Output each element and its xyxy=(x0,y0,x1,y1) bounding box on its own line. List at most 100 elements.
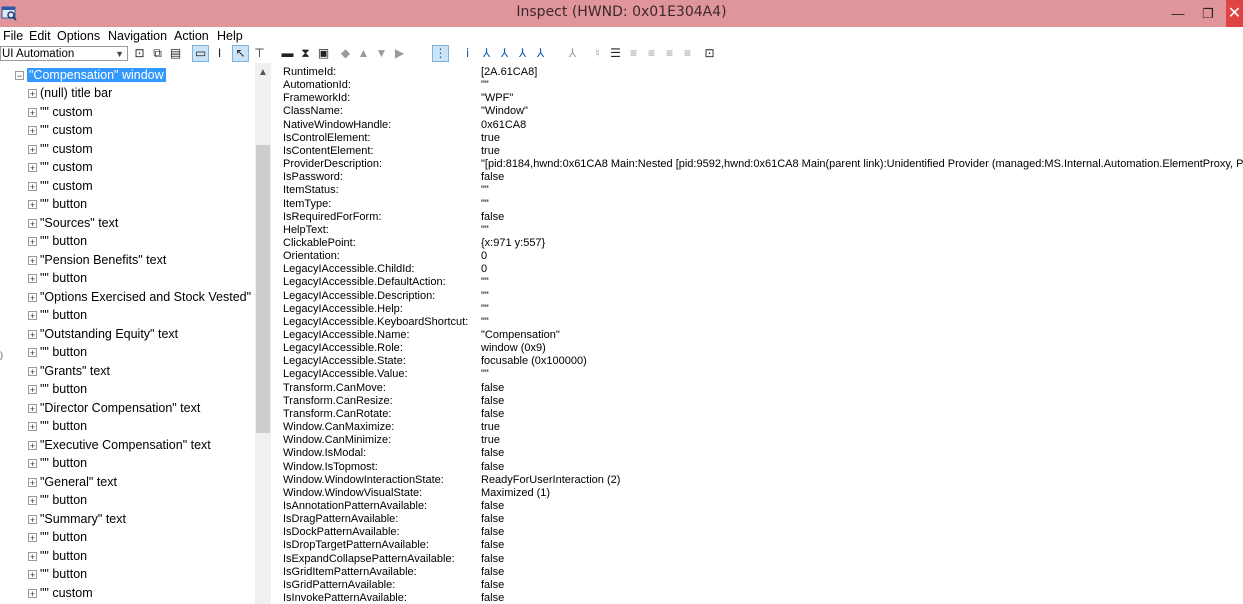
scroll-up-icon[interactable]: ▲ xyxy=(258,67,268,78)
tree-item[interactable]: + "" custom xyxy=(28,585,93,602)
ear-icon[interactable]: ♮ xyxy=(590,46,605,61)
tree-item[interactable]: + "" custom xyxy=(28,141,93,158)
expand-icon[interactable]: + xyxy=(28,200,37,210)
pointer-icon[interactable]: ↖ xyxy=(232,45,249,62)
copy-icon[interactable]: ⧉ xyxy=(150,46,165,61)
tree-item[interactable]: + "Pension Benefits" text xyxy=(28,252,166,269)
expand-icon[interactable]: + xyxy=(28,329,37,339)
expand-icon[interactable]: + xyxy=(28,459,37,469)
tree-item[interactable]: + "" button xyxy=(28,196,87,213)
tree-item[interactable]: + (null) title bar xyxy=(28,85,112,102)
caret-icon[interactable]: ▣ xyxy=(316,46,331,61)
menu-action[interactable]: Action xyxy=(174,27,209,45)
expand-icon[interactable]: + xyxy=(28,218,37,228)
list-a-icon[interactable]: ☰ xyxy=(608,46,623,61)
expand-icon[interactable]: + xyxy=(28,533,37,543)
expand-icon[interactable]: + xyxy=(28,403,37,413)
expand-icon[interactable]: + xyxy=(28,181,37,191)
scrollbar-thumb[interactable] xyxy=(256,145,270,433)
list-e-icon[interactable]: ≡ xyxy=(680,46,695,61)
focus-icon[interactable]: ⊤ xyxy=(252,46,267,61)
expand-icon[interactable]: + xyxy=(28,237,37,247)
nav-down-icon[interactable]: ▼ xyxy=(374,46,389,61)
nav-left-icon[interactable]: ◆ xyxy=(338,46,353,61)
tree-item[interactable]: + "" button xyxy=(28,455,87,472)
list-b-icon[interactable]: ≡ xyxy=(626,46,641,61)
text-cursor-icon[interactable]: I xyxy=(212,46,227,61)
tree-item[interactable]: + "General" text xyxy=(28,474,117,491)
expand-icon[interactable]: + xyxy=(28,144,37,154)
tree-e-icon[interactable]: ⅄ xyxy=(565,46,580,61)
maximize-button[interactable]: ❐ xyxy=(1192,0,1224,27)
element-tree[interactable]: − "Compensation" window + (null) title bar… xyxy=(0,63,271,604)
expand-icon[interactable]: + xyxy=(28,348,37,358)
tree-view-icon[interactable]: ⋮ xyxy=(432,45,449,62)
tree-a-icon[interactable]: ⅄ xyxy=(479,46,494,61)
expand-icon[interactable]: + xyxy=(28,311,37,321)
expand-icon[interactable]: + xyxy=(28,255,37,265)
expand-icon[interactable]: + xyxy=(28,514,37,524)
expand-icon[interactable]: + xyxy=(28,570,37,580)
highlight-rect-icon[interactable]: ▭ xyxy=(192,45,209,62)
rect-icon[interactable]: ▬ xyxy=(280,46,295,61)
list-d-icon[interactable]: ≡ xyxy=(662,46,677,61)
tree-item[interactable]: + "" button xyxy=(28,418,87,435)
properties-icon[interactable]: ▤ xyxy=(168,46,183,61)
expand-icon[interactable]: + xyxy=(28,126,37,136)
tree-item[interactable]: + "Grants" text xyxy=(28,363,110,380)
menu-help[interactable]: Help xyxy=(217,27,243,45)
expand-icon[interactable]: + xyxy=(28,163,37,173)
expand-icon[interactable]: + xyxy=(28,551,37,561)
tree-c-icon[interactable]: ⅄ xyxy=(515,46,530,61)
close-button[interactable]: ✕ xyxy=(1226,0,1243,27)
menu-edit[interactable]: Edit xyxy=(29,27,51,45)
properties-panel[interactable]: RuntimeId: [2A.61CA8] AutomationId: "" Frame… xyxy=(281,63,1243,604)
info-icon[interactable]: ⅰ xyxy=(460,46,475,61)
tree-b-icon[interactable]: ⅄ xyxy=(497,46,512,61)
nav-up-icon[interactable]: ▲ xyxy=(356,46,371,61)
expand-icon[interactable]: + xyxy=(28,385,37,395)
nav-right-icon[interactable]: ▶ xyxy=(392,46,407,61)
tree-item[interactable]: + "" button xyxy=(28,381,87,398)
tree-item[interactable]: + "Summary" text xyxy=(28,511,126,528)
tree-item[interactable]: + "Outstanding Equity" text xyxy=(28,326,178,343)
refresh-icon[interactable]: ⊡ xyxy=(132,46,147,61)
tree-item[interactable]: + "Sources" text xyxy=(28,215,118,232)
tree-item[interactable]: + "" custom xyxy=(28,159,93,176)
mode-select[interactable]: UI Automation ▼ xyxy=(0,46,128,61)
tree-item[interactable]: + "" button xyxy=(28,344,87,361)
tree-item[interactable]: + "" button xyxy=(28,307,87,324)
tree-item[interactable]: + "Director Compensation" text xyxy=(28,400,200,417)
expand-icon[interactable]: + xyxy=(28,477,37,487)
tree-item[interactable]: + "" custom xyxy=(28,104,93,121)
expand-icon[interactable]: + xyxy=(28,496,37,506)
hourglass-icon[interactable]: ⧗ xyxy=(298,46,313,61)
tree-item[interactable]: + "" custom xyxy=(28,178,93,195)
tree-item[interactable]: + "" button xyxy=(28,492,87,509)
menu-options[interactable]: Options xyxy=(57,27,100,45)
expand-icon[interactable]: + xyxy=(28,89,37,99)
tree-item[interactable]: + "" button xyxy=(28,529,87,546)
tree-item[interactable]: + "Executive Compensation" text xyxy=(28,437,211,454)
pane-splitter[interactable] xyxy=(271,63,280,604)
expand-icon[interactable]: + xyxy=(28,366,37,376)
collapse-icon[interactable]: − xyxy=(15,71,24,81)
tree-item[interactable]: + "" button xyxy=(28,270,87,287)
tree-item[interactable]: + "Options Exercised and Stock Vested" te… xyxy=(28,289,271,306)
expand-icon[interactable]: + xyxy=(28,588,37,598)
window-icon[interactable]: ⊡ xyxy=(702,46,717,61)
expand-icon[interactable]: + xyxy=(28,274,37,284)
tree-scrollbar[interactable]: ▲ xyxy=(255,63,271,604)
expand-icon[interactable]: + xyxy=(28,107,37,117)
tree-item[interactable]: + "" button xyxy=(28,548,87,565)
menu-file[interactable]: File xyxy=(3,27,23,45)
expand-icon[interactable]: + xyxy=(28,422,37,432)
minimize-button[interactable]: — xyxy=(1162,0,1194,27)
tree-d-icon[interactable]: ⅄ xyxy=(533,46,548,61)
list-c-icon[interactable]: ≡ xyxy=(644,46,659,61)
tree-item[interactable]: + "" custom xyxy=(28,122,93,139)
tree-item[interactable]: + "" button xyxy=(28,566,87,583)
tree-root[interactable]: − "Compensation" window xyxy=(15,67,166,84)
menu-navigation[interactable]: Navigation xyxy=(108,27,167,45)
expand-icon[interactable]: + xyxy=(28,292,37,302)
